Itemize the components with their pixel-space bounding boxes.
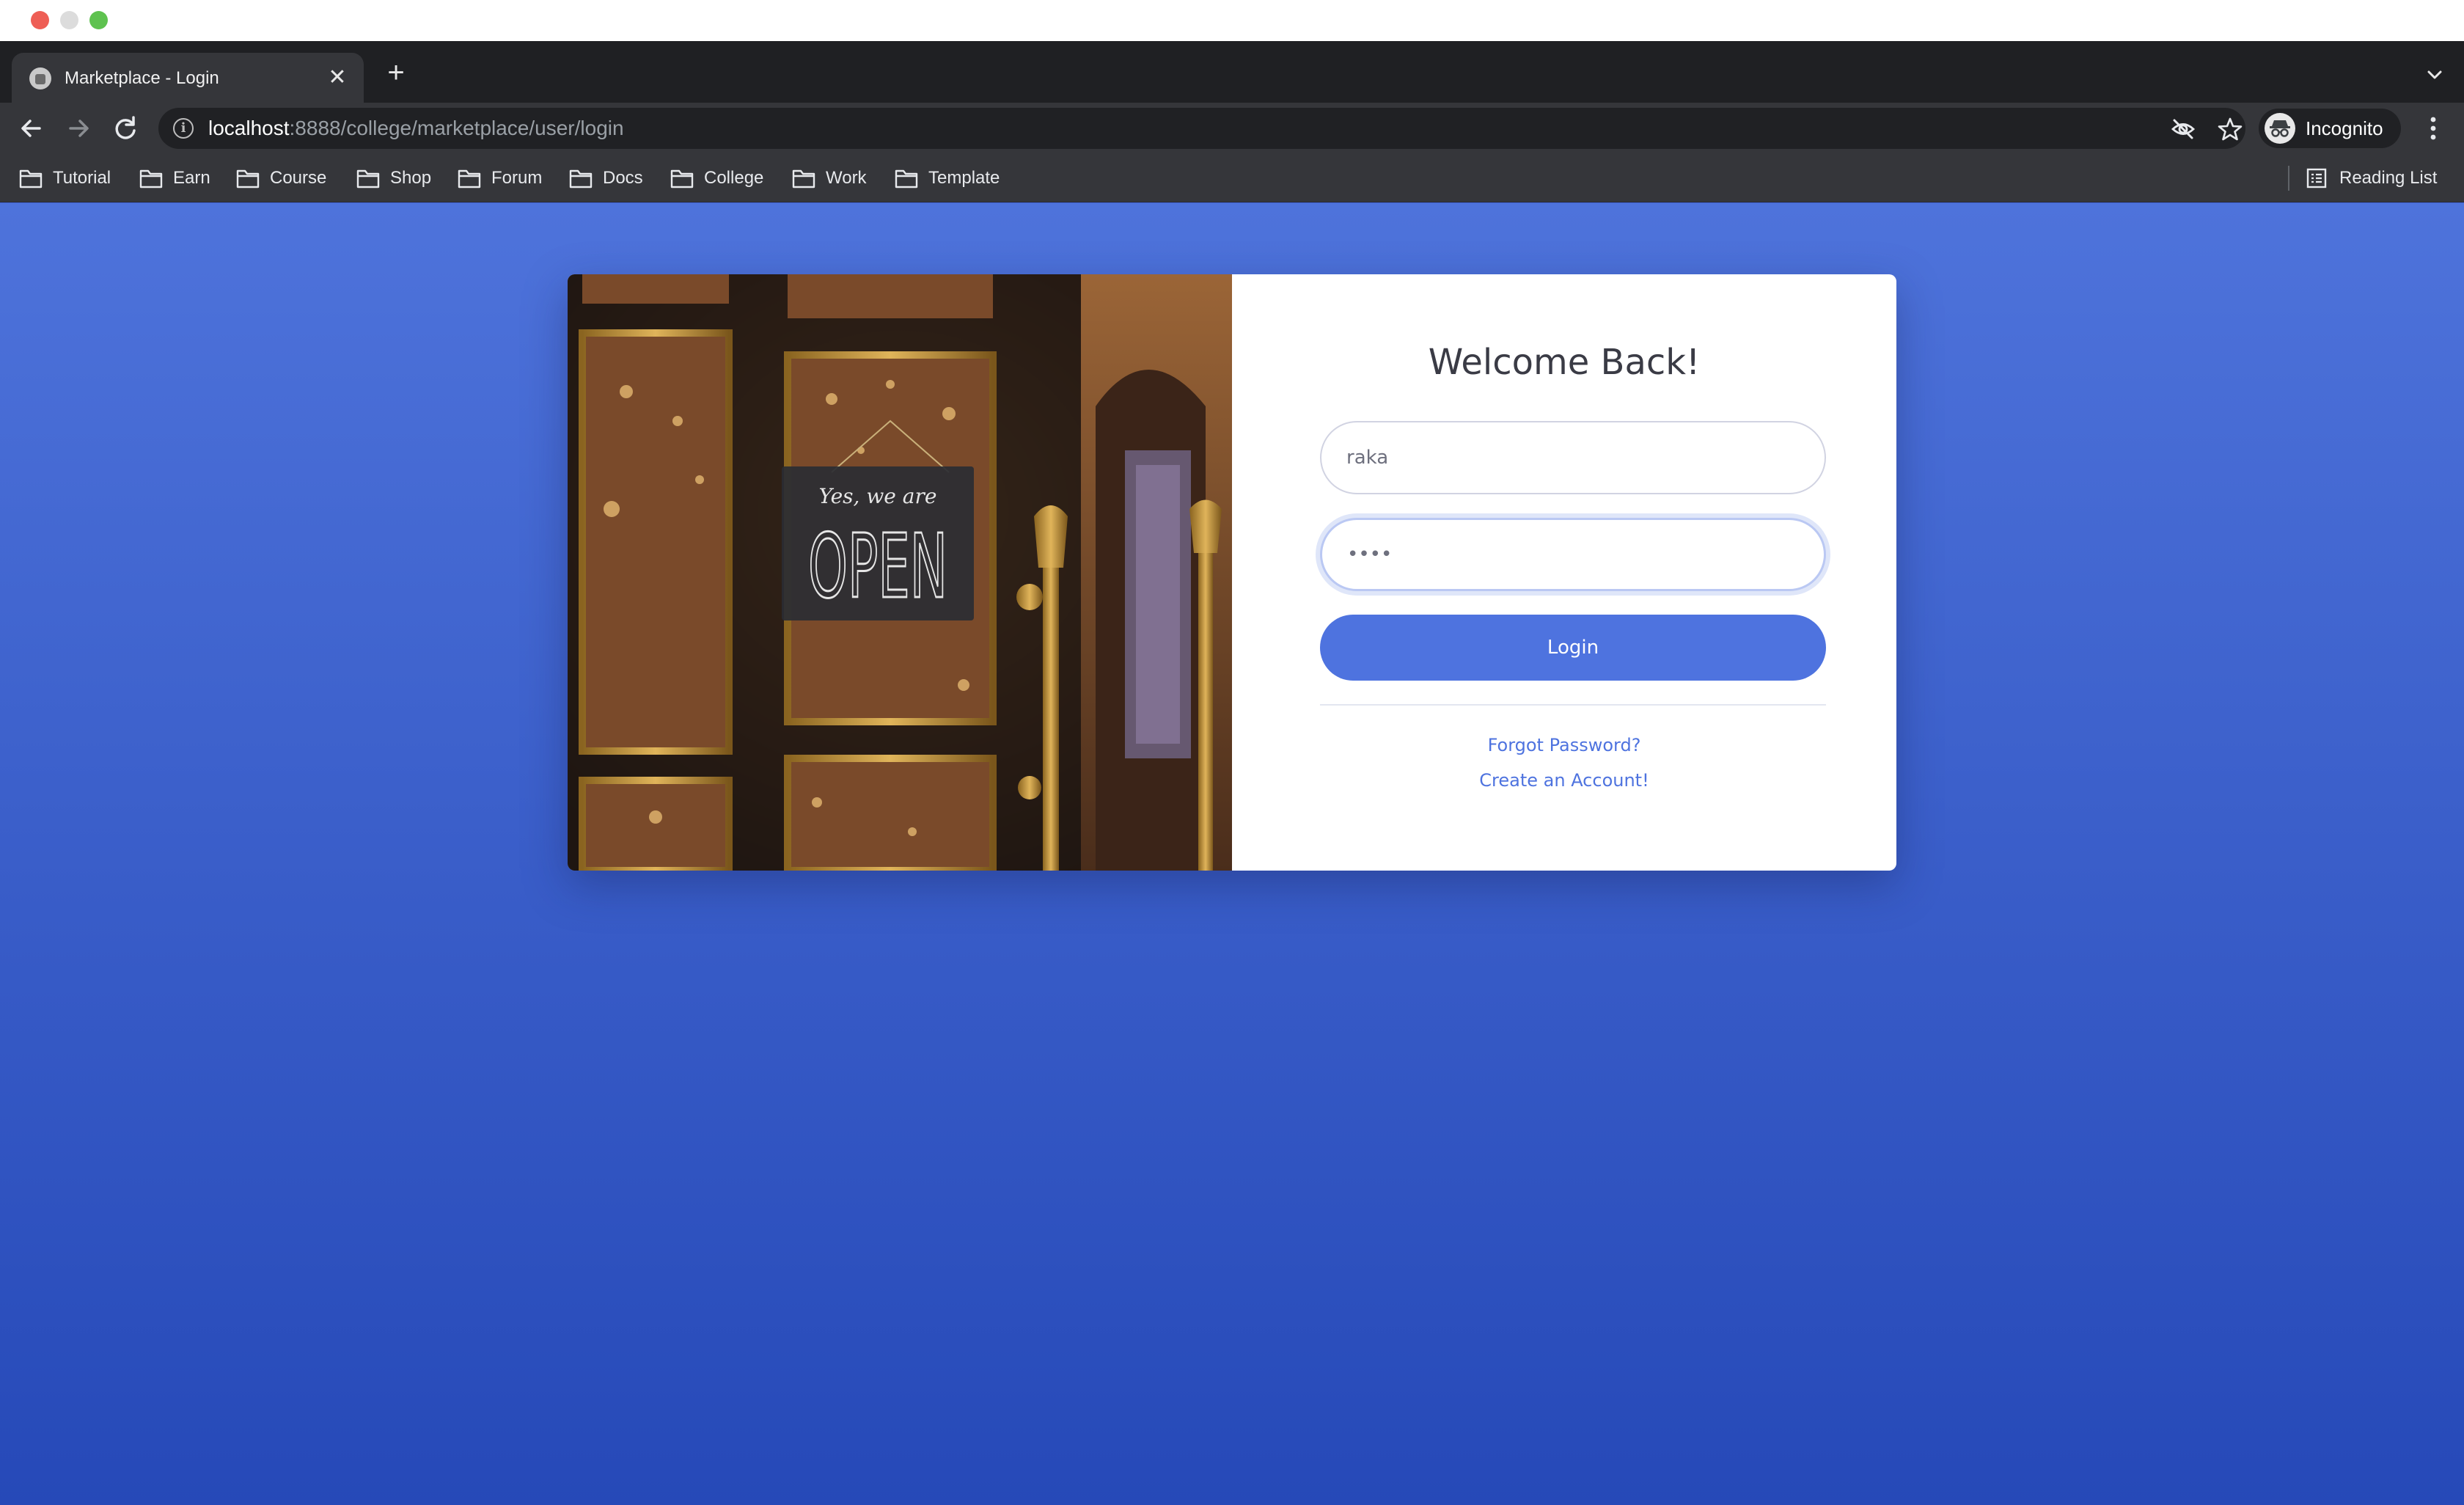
bookmark-label: Template <box>928 168 1000 188</box>
tab-strip: Marketplace - Login ✕ + <box>0 41 2464 103</box>
bookmark-label: Docs <box>603 168 643 188</box>
tab-title: Marketplace - Login <box>65 68 219 88</box>
reading-list-label: Reading List <box>2339 168 2438 188</box>
password-input[interactable] <box>1320 518 1826 591</box>
folder-icon <box>670 168 694 188</box>
browser-toolbar: i localhost:8888/college/marketplace/use… <box>0 103 2464 154</box>
bookmark-label: Work <box>826 168 867 188</box>
bookmark-folder-template[interactable]: Template <box>895 166 1000 191</box>
bookmark-label: Forum <box>491 168 543 188</box>
site-info-icon[interactable]: i <box>173 118 194 139</box>
bookmark-folder-forum[interactable]: Forum <box>458 166 542 191</box>
new-tab-button[interactable]: + <box>380 57 412 89</box>
page-title: Welcome Back! <box>1428 342 1701 383</box>
sign-script-text: Yes, we are <box>819 484 937 508</box>
close-tab-icon[interactable]: ✕ <box>323 63 352 92</box>
tab-search-chevron-icon[interactable] <box>2420 60 2449 89</box>
folder-icon <box>792 168 815 188</box>
incognito-profile-button[interactable]: Incognito <box>2259 109 2401 148</box>
create-account-link[interactable]: Create an Account! <box>1232 769 1896 792</box>
bookmark-label: Shop <box>390 168 432 188</box>
reload-icon[interactable] <box>107 110 144 147</box>
bookmark-folder-earn[interactable]: Earn <box>139 166 210 191</box>
bookmark-label: Tutorial <box>53 168 111 188</box>
bookmark-label: College <box>704 168 764 188</box>
folder-icon <box>356 168 380 188</box>
close-window-button[interactable] <box>31 11 49 29</box>
incognito-icon <box>2265 113 2295 144</box>
window-titlebar <box>0 0 2464 41</box>
bookmark-star-icon[interactable] <box>2216 115 2244 143</box>
bookmark-folder-college[interactable]: College <box>670 166 763 191</box>
folder-icon <box>569 168 593 188</box>
folder-icon <box>895 168 918 188</box>
reading-list-button[interactable]: Reading List <box>2306 166 2437 191</box>
incognito-label: Incognito <box>2306 117 2383 139</box>
tab-marketplace-login[interactable]: Marketplace - Login ✕ <box>12 53 364 103</box>
maximize-window-button[interactable] <box>89 11 108 29</box>
shop-door-image: Yes, we are OPEN <box>568 274 1232 871</box>
bookmark-folder-work[interactable]: Work <box>792 166 867 191</box>
bookmark-folder-docs[interactable]: Docs <box>569 166 643 191</box>
folder-icon <box>19 168 43 188</box>
sign-open-text: OPEN <box>808 516 947 618</box>
page-background: Yes, we are OPEN Welcome Back! Login For… <box>0 203 2464 1505</box>
login-card: Yes, we are OPEN Welcome Back! Login For… <box>568 274 1896 871</box>
form-divider <box>1320 704 1826 706</box>
folder-icon <box>236 168 260 188</box>
favicon-icon <box>29 67 51 89</box>
folder-icon <box>139 168 163 188</box>
bookmark-folder-shop[interactable]: Shop <box>356 166 431 191</box>
forgot-password-link[interactable]: Forgot Password? <box>1232 733 1896 757</box>
forward-arrow-icon[interactable] <box>60 110 97 147</box>
back-arrow-icon[interactable] <box>13 110 50 147</box>
eye-slash-icon[interactable] <box>2169 115 2197 143</box>
bookmarks-bar: Tutorial Earn Course Shop Forum Docs Col… <box>0 154 2464 202</box>
address-bar[interactable]: i localhost:8888/college/marketplace/use… <box>158 108 2245 149</box>
minimize-window-button[interactable] <box>60 11 78 29</box>
more-menu-icon[interactable] <box>2420 113 2446 144</box>
reading-list-icon <box>2306 168 2327 188</box>
folder-icon <box>458 168 481 188</box>
bookmark-folder-tutorial[interactable]: Tutorial <box>19 166 111 191</box>
url-text[interactable]: localhost:8888/college/marketplace/user/… <box>208 117 624 140</box>
bookmarks-divider <box>2288 166 2289 191</box>
bookmark-label: Course <box>270 168 327 188</box>
login-form: Welcome Back! Login Forgot Password? Cre… <box>1232 274 1896 871</box>
username-input[interactable] <box>1320 421 1826 494</box>
bookmark-label: Earn <box>173 168 210 188</box>
bookmark-folder-course[interactable]: Course <box>236 166 326 191</box>
login-button[interactable]: Login <box>1320 615 1826 681</box>
